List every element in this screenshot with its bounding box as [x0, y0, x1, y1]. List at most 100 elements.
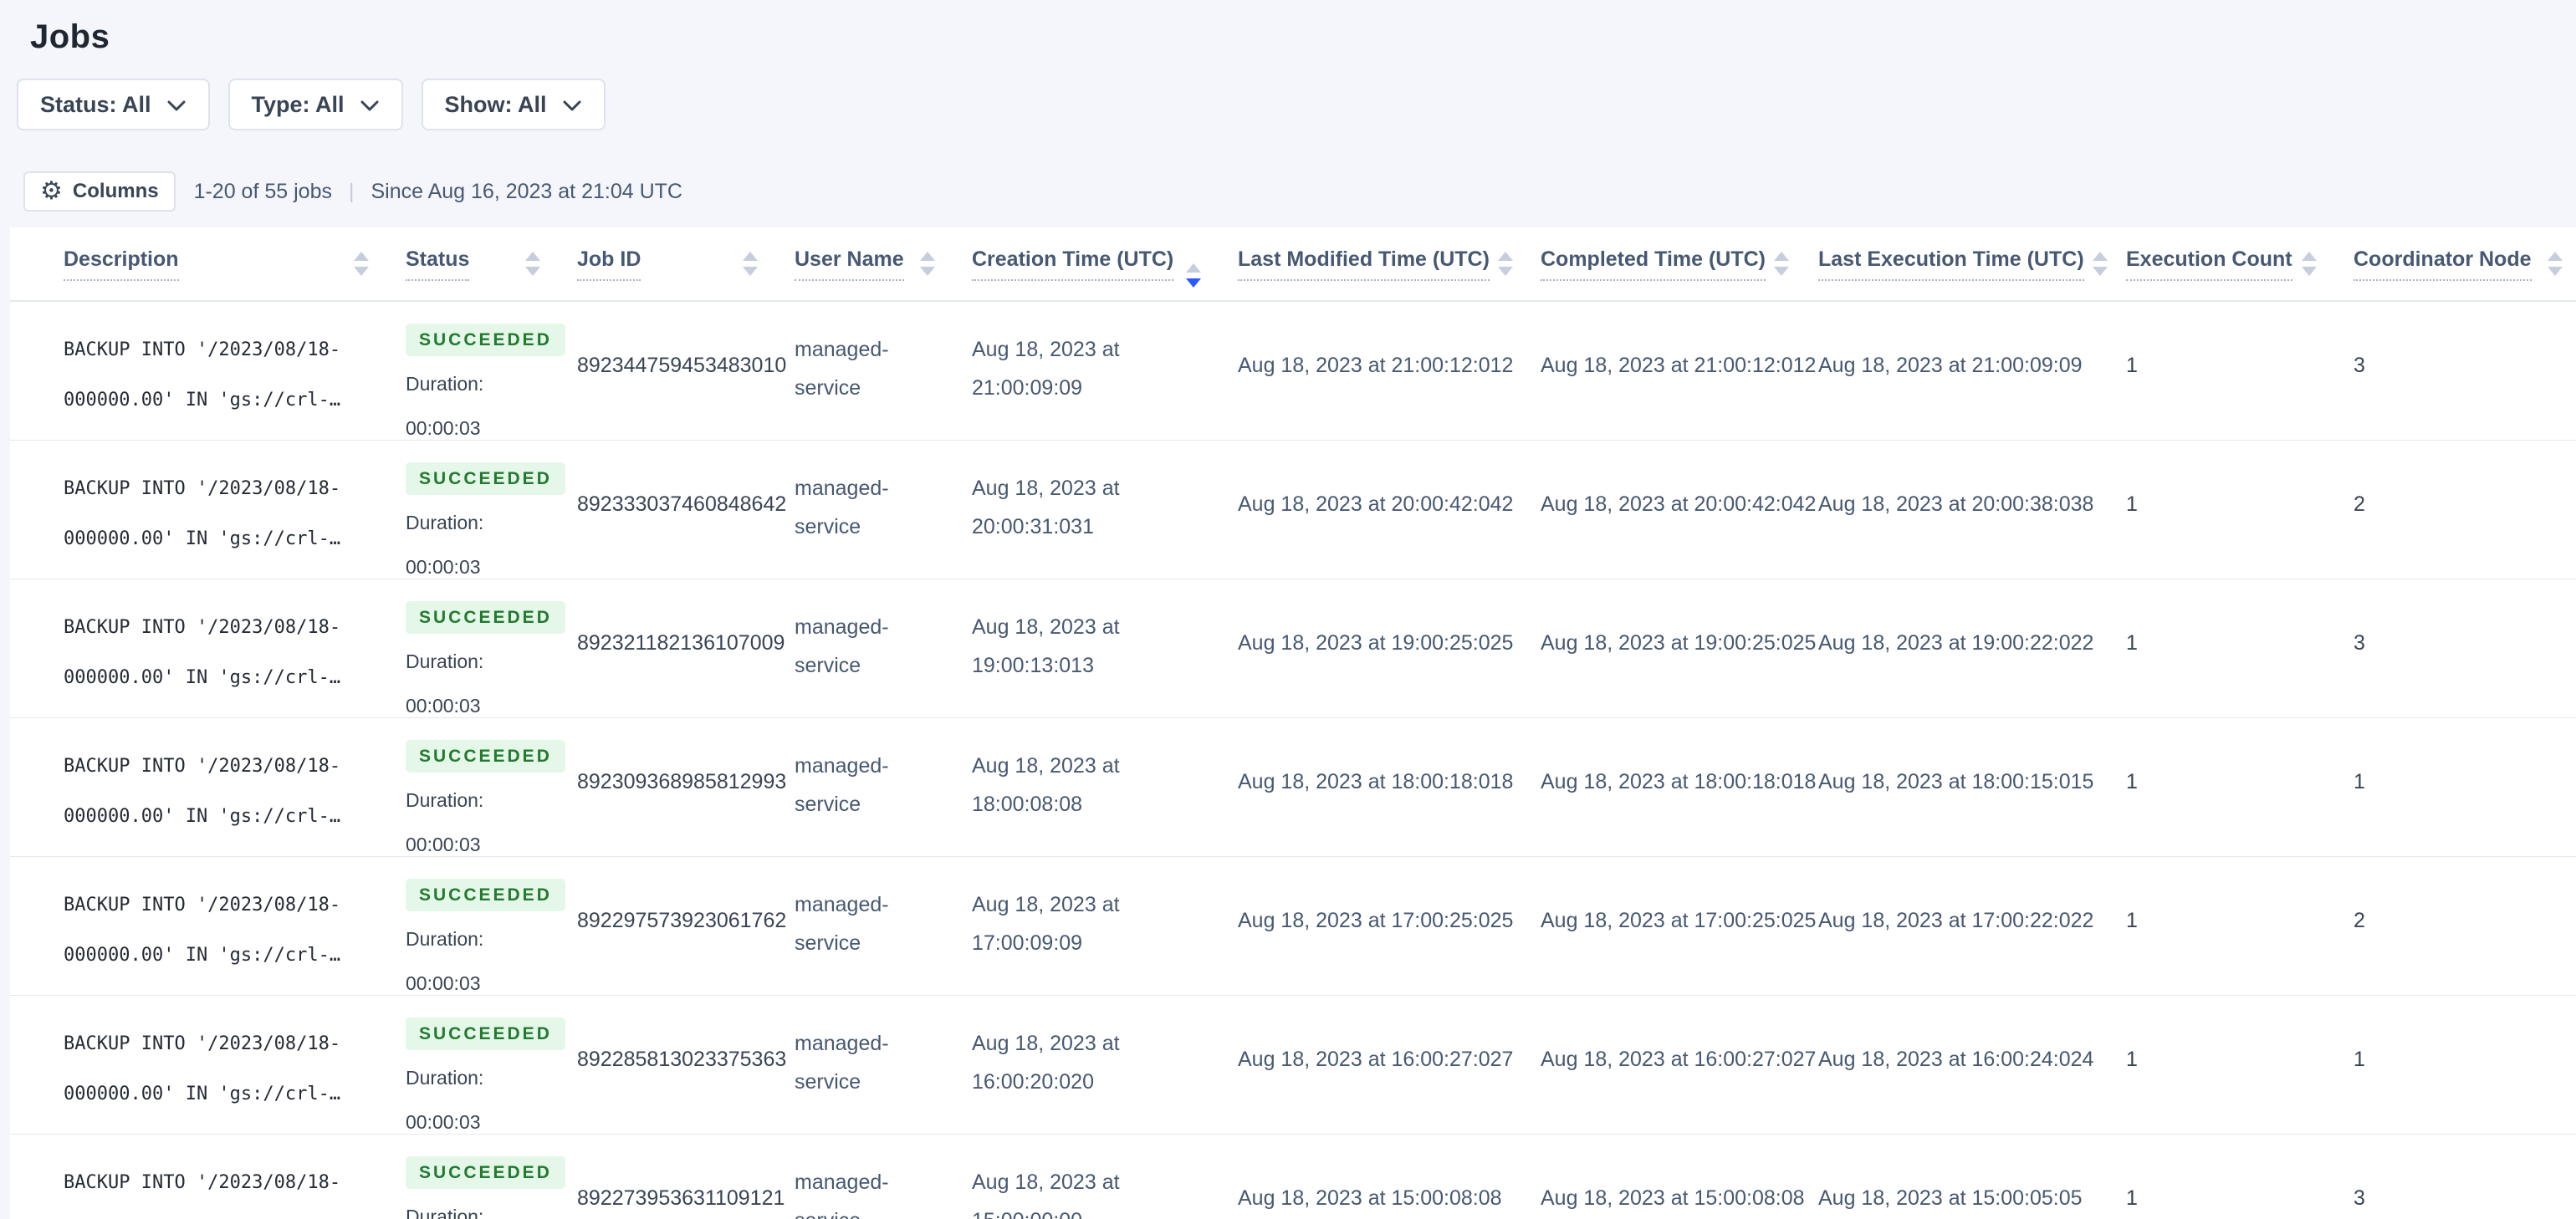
- job-description[interactable]: BACKUP INTO '/2023/08/18- 000000.00' IN …: [64, 1158, 369, 1219]
- duration-value: 00:00:03: [406, 834, 481, 855]
- column-header-label: Completed Time (UTC): [1541, 247, 1766, 281]
- sort-icon[interactable]: [1774, 252, 1789, 276]
- filter-type-button[interactable]: Type: All: [227, 79, 403, 130]
- completed-time: Aug 18, 2023 at 19:00:25:025: [1541, 631, 1817, 655]
- column-header-last-execution-time-utc[interactable]: Last Execution Time (UTC): [1795, 227, 2108, 302]
- column-header-description[interactable]: Description: [10, 227, 382, 302]
- status-badge: SUCCEEDED: [406, 462, 565, 495]
- sort-down-arrow-icon: [354, 267, 369, 276]
- creation-time: Aug 18, 2023 at 15:00:00:00: [972, 1171, 1120, 1219]
- column-header-job-id[interactable]: Job ID: [554, 227, 771, 302]
- sort-icon[interactable]: [1497, 252, 1513, 276]
- sort-icon[interactable]: [354, 252, 369, 276]
- job-id: 892285813023375363: [577, 1048, 787, 1071]
- last-modified-time: Aug 18, 2023 at 18:00:18:018: [1238, 770, 1514, 793]
- sort-up-arrow-icon: [2092, 252, 2108, 261]
- sort-icon[interactable]: [2302, 252, 2317, 276]
- table-toolbar: ⚙ Columns 1-20 of 55 jobs | Since Aug 16…: [23, 171, 2576, 212]
- completed-time: Aug 18, 2023 at 16:00:27:027: [1541, 1048, 1817, 1071]
- page-title: Jobs: [30, 18, 110, 55]
- completed-time: Aug 18, 2023 at 17:00:25:025: [1541, 909, 1817, 932]
- jobs-table: Description Status Job ID User Name Crea…: [10, 227, 2576, 1219]
- column-header-status[interactable]: Status: [382, 227, 554, 302]
- execution-count: 1: [2126, 492, 2138, 516]
- last-execution-time: Aug 18, 2023 at 20:00:38:038: [1818, 492, 2094, 516]
- creation-time: Aug 18, 2023 at 19:00:13:013: [972, 615, 1120, 677]
- job-id: 892344759453483010: [577, 354, 787, 377]
- sort-down-arrow-icon: [2302, 267, 2317, 276]
- status-badge: SUCCEEDED: [406, 1018, 565, 1050]
- table-row: BACKUP INTO '/2023/08/18- 000000.00' IN …: [10, 717, 2576, 857]
- sort-down-arrow-icon: [1774, 267, 1789, 276]
- job-description-line2: 000000.00' IN 'gs://crl-…: [64, 806, 341, 827]
- table-header-row: Description Status Job ID User Name Crea…: [10, 227, 2576, 302]
- creation-time: Aug 18, 2023 at 21:00:09:09: [972, 338, 1120, 400]
- job-description[interactable]: BACKUP INTO '/2023/08/18- 000000.00' IN …: [64, 325, 369, 426]
- sort-up-arrow-icon: [1186, 263, 1201, 273]
- sort-down-arrow-icon: [1186, 278, 1201, 288]
- status-badge: SUCCEEDED: [406, 740, 565, 773]
- execution-count: 1: [2126, 631, 2138, 655]
- creation-time: Aug 18, 2023 at 20:00:31:031: [972, 477, 1120, 538]
- creation-time: Aug 18, 2023 at 16:00:20:020: [972, 1032, 1120, 1094]
- job-id: 892273953631109121: [577, 1186, 785, 1210]
- job-description[interactable]: BACKUP INTO '/2023/08/18- 000000.00' IN …: [64, 1019, 369, 1120]
- duration-value: 00:00:03: [406, 417, 481, 439]
- column-header-execution-count[interactable]: Execution Count: [2103, 227, 2330, 302]
- column-header-user-name[interactable]: User Name: [771, 227, 948, 302]
- job-description[interactable]: BACKUP INTO '/2023/08/18- 000000.00' IN …: [64, 603, 369, 703]
- table-row: BACKUP INTO '/2023/08/18- 000000.00' IN …: [10, 301, 2576, 441]
- job-description[interactable]: BACKUP INTO '/2023/08/18- 000000.00' IN …: [64, 742, 369, 842]
- coordinator-node: 3: [2354, 1186, 2365, 1210]
- job-id: 892321182136107009: [577, 631, 785, 655]
- duration-label: Duration:: [406, 373, 484, 395]
- status-badge: SUCCEEDED: [406, 1156, 565, 1189]
- last-modified-time: Aug 18, 2023 at 17:00:25:025: [1238, 909, 1514, 932]
- job-description-line2: 000000.00' IN 'gs://crl-…: [64, 667, 341, 688]
- sort-icon[interactable]: [2548, 252, 2563, 276]
- column-header-label: Creation Time (UTC): [972, 247, 1174, 281]
- sort-up-arrow-icon: [525, 252, 540, 261]
- sort-down-arrow-icon: [743, 267, 758, 276]
- table-row: BACKUP INTO '/2023/08/18- 000000.00' IN …: [10, 579, 2576, 718]
- coordinator-node: 2: [2354, 909, 2365, 932]
- columns-button[interactable]: ⚙ Columns: [23, 171, 176, 212]
- job-description[interactable]: BACKUP INTO '/2023/08/18- 000000.00' IN …: [64, 464, 369, 564]
- column-header-coordinator-node[interactable]: Coordinator Node: [2330, 227, 2576, 302]
- execution-count: 1: [2126, 354, 2138, 377]
- table-row: BACKUP INTO '/2023/08/18- 000000.00' IN …: [10, 440, 2576, 579]
- column-header-last-modified-time-utc[interactable]: Last Modified Time (UTC): [1214, 227, 1517, 302]
- job-description-line2: 000000.00' IN 'gs://crl-…: [64, 390, 341, 411]
- sort-up-arrow-icon: [2302, 252, 2317, 261]
- sort-icon[interactable]: [2092, 252, 2108, 276]
- sort-icon[interactable]: [525, 252, 540, 276]
- job-description-line1: BACKUP INTO '/2023/08/18-: [64, 478, 341, 499]
- coordinator-node: 3: [2354, 354, 2365, 377]
- sort-icon[interactable]: [743, 252, 758, 276]
- column-header-creation-time-utc[interactable]: Creation Time (UTC): [948, 227, 1214, 302]
- job-description-line2: 000000.00' IN 'gs://crl-…: [64, 528, 341, 549]
- filter-status-button[interactable]: Status: All: [17, 79, 210, 130]
- column-header-completed-time-utc[interactable]: Completed Time (UTC): [1517, 227, 1795, 302]
- user-name: managed-service: [795, 615, 889, 677]
- column-header-label: Description: [64, 247, 179, 281]
- table-row: BACKUP INTO '/2023/08/18- 000000.00' IN …: [10, 856, 2576, 996]
- job-description-line1: BACKUP INTO '/2023/08/18-: [64, 895, 341, 916]
- filter-show-button[interactable]: Show: All: [421, 79, 606, 130]
- jobs-count: 1-20 of 55 jobs: [193, 179, 332, 203]
- creation-time: Aug 18, 2023 at 18:00:08:08: [972, 754, 1120, 816]
- sort-icon[interactable]: [1186, 263, 1201, 288]
- job-description[interactable]: BACKUP INTO '/2023/08/18- 000000.00' IN …: [64, 880, 369, 981]
- user-name: managed-service: [795, 754, 889, 816]
- coordinator-node: 1: [2354, 770, 2365, 793]
- sort-up-arrow-icon: [354, 252, 369, 261]
- column-header-label: Execution Count: [2126, 247, 2292, 281]
- last-modified-time: Aug 18, 2023 at 19:00:25:025: [1238, 631, 1514, 655]
- duration-value: 00:00:03: [406, 695, 481, 717]
- sort-icon[interactable]: [920, 252, 935, 276]
- gear-icon: ⚙: [40, 177, 63, 205]
- coordinator-node: 1: [2354, 1048, 2365, 1071]
- sort-up-arrow-icon: [743, 252, 758, 261]
- last-modified-time: Aug 18, 2023 at 15:00:08:08: [1238, 1186, 1502, 1210]
- status-badge: SUCCEEDED: [406, 601, 565, 634]
